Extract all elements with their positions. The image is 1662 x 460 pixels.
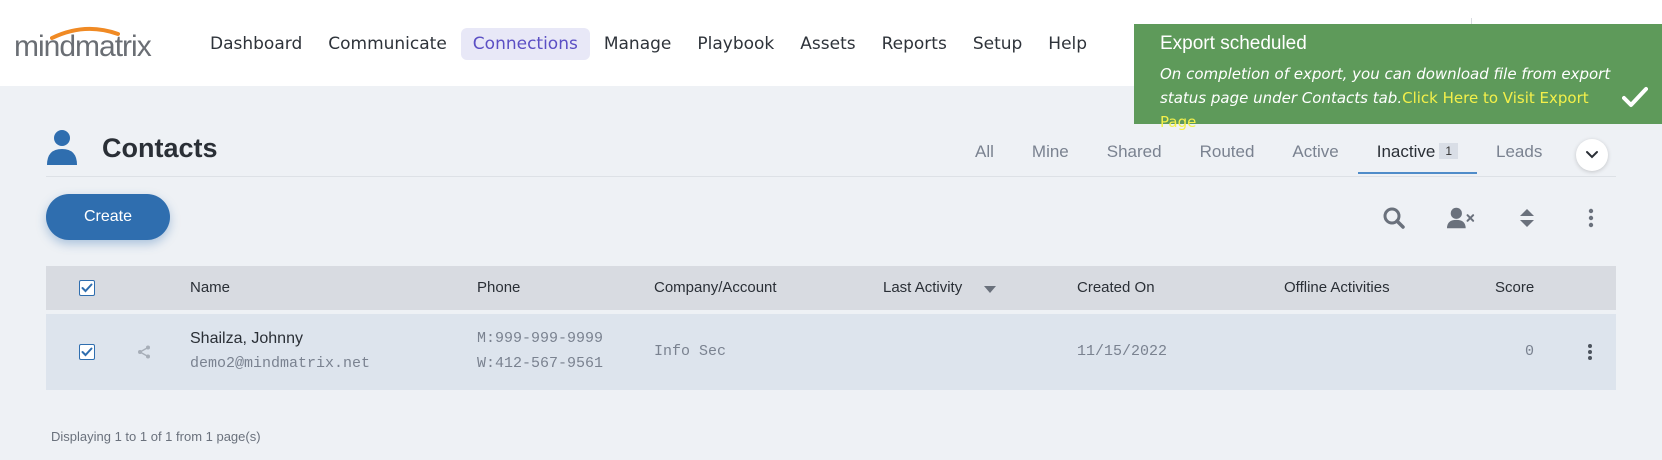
tab-shared[interactable]: Shared bbox=[1088, 138, 1181, 174]
column-phone[interactable]: Phone bbox=[477, 279, 520, 296]
sort-desc-icon[interactable] bbox=[984, 286, 996, 294]
user-icon bbox=[47, 130, 77, 165]
nav-dashboard[interactable]: Dashboard bbox=[198, 28, 314, 60]
contact-phone-work: W:412-567-9561 bbox=[477, 355, 604, 372]
select-all-checkbox[interactable] bbox=[79, 280, 95, 296]
toast-message: On completion of export, you can downloa… bbox=[1160, 62, 1620, 134]
tab-routed[interactable]: Routed bbox=[1181, 138, 1274, 174]
mindmatrix-logo[interactable]: mindmatrix bbox=[14, 26, 164, 66]
nav-playbook[interactable]: Playbook bbox=[685, 28, 786, 60]
contact-score: 0 bbox=[1525, 343, 1535, 360]
tab-inactive-count: 1 bbox=[1439, 143, 1458, 159]
tab-shared-label: Shared bbox=[1106, 142, 1162, 161]
toast-title: Export scheduled bbox=[1160, 33, 1307, 54]
tab-all[interactable]: All bbox=[956, 138, 1013, 174]
tab-mine-label: Mine bbox=[1031, 142, 1069, 161]
check-icon bbox=[81, 347, 93, 357]
column-offline-activities[interactable]: Offline Activities bbox=[1284, 279, 1390, 296]
check-icon bbox=[81, 283, 93, 293]
table-row[interactable]: Shailza, Johnny demo2@mindmatrix.net M:9… bbox=[46, 314, 1616, 390]
contact-created-on: 11/15/2022 bbox=[1077, 343, 1168, 360]
contact-phone-mobile: M:999-999-9999 bbox=[477, 330, 604, 347]
table-header: Name Phone Company/Account Last Activity… bbox=[46, 266, 1616, 310]
column-name[interactable]: Name bbox=[190, 279, 230, 296]
more-tabs-button[interactable] bbox=[1576, 139, 1608, 171]
tab-inactive[interactable]: Inactive 1 bbox=[1357, 138, 1477, 174]
tab-leads-label: Leads bbox=[1496, 142, 1543, 161]
row-checkbox[interactable] bbox=[79, 344, 95, 360]
contact-email[interactable]: demo2@mindmatrix.net bbox=[190, 355, 370, 372]
header-divider bbox=[46, 176, 1616, 177]
tab-inactive-label: Inactive bbox=[1376, 142, 1436, 161]
contact-filter-tabs: All Mine Shared Routed Active Inactive 1 … bbox=[956, 138, 1561, 174]
search-icon[interactable] bbox=[1380, 204, 1408, 232]
export-toast: Export scheduled On completion of export… bbox=[1134, 24, 1662, 131]
nav-reports[interactable]: Reports bbox=[870, 28, 959, 60]
column-company[interactable]: Company/Account bbox=[654, 279, 777, 296]
logo-text: mindmatrix bbox=[14, 30, 152, 63]
create-button[interactable]: Create bbox=[46, 194, 170, 240]
tab-all-label: All bbox=[975, 142, 994, 161]
page-header: Contacts bbox=[46, 120, 218, 176]
chevron-down-icon bbox=[1586, 151, 1598, 159]
nav-connections[interactable]: Connections bbox=[460, 28, 590, 60]
tab-mine[interactable]: Mine bbox=[1013, 138, 1088, 174]
page-title: Contacts bbox=[102, 132, 218, 163]
tab-routed-label: Routed bbox=[1199, 142, 1255, 161]
more-vertical-icon[interactable] bbox=[1577, 204, 1605, 232]
column-last-activity[interactable]: Last Activity bbox=[883, 279, 962, 296]
row-more-icon[interactable] bbox=[1587, 343, 1593, 361]
tab-active-label: Active bbox=[1292, 142, 1339, 161]
contact-company: Info Sec bbox=[654, 343, 727, 360]
tab-active[interactable]: Active bbox=[1273, 138, 1357, 174]
contact-name[interactable]: Shailza, Johnny bbox=[190, 330, 303, 348]
pagination-info: Displaying 1 to 1 of 1 from 1 page(s) bbox=[51, 429, 261, 444]
tab-leads[interactable]: Leads bbox=[1477, 138, 1561, 174]
nav-manage[interactable]: Manage bbox=[592, 28, 684, 60]
share-icon[interactable] bbox=[137, 345, 151, 359]
sort-icon[interactable] bbox=[1513, 204, 1541, 232]
nav-help[interactable]: Help bbox=[1036, 28, 1099, 60]
column-created-on[interactable]: Created On bbox=[1077, 279, 1155, 296]
nav-communicate[interactable]: Communicate bbox=[316, 28, 459, 60]
remove-user-icon[interactable] bbox=[1447, 204, 1475, 232]
nav-assets[interactable]: Assets bbox=[788, 28, 867, 60]
nav-setup[interactable]: Setup bbox=[961, 28, 1034, 60]
column-score[interactable]: Score bbox=[1495, 279, 1534, 296]
check-icon[interactable] bbox=[1622, 86, 1648, 108]
main-nav: Dashboard Communicate Connections Manage… bbox=[198, 28, 1099, 60]
